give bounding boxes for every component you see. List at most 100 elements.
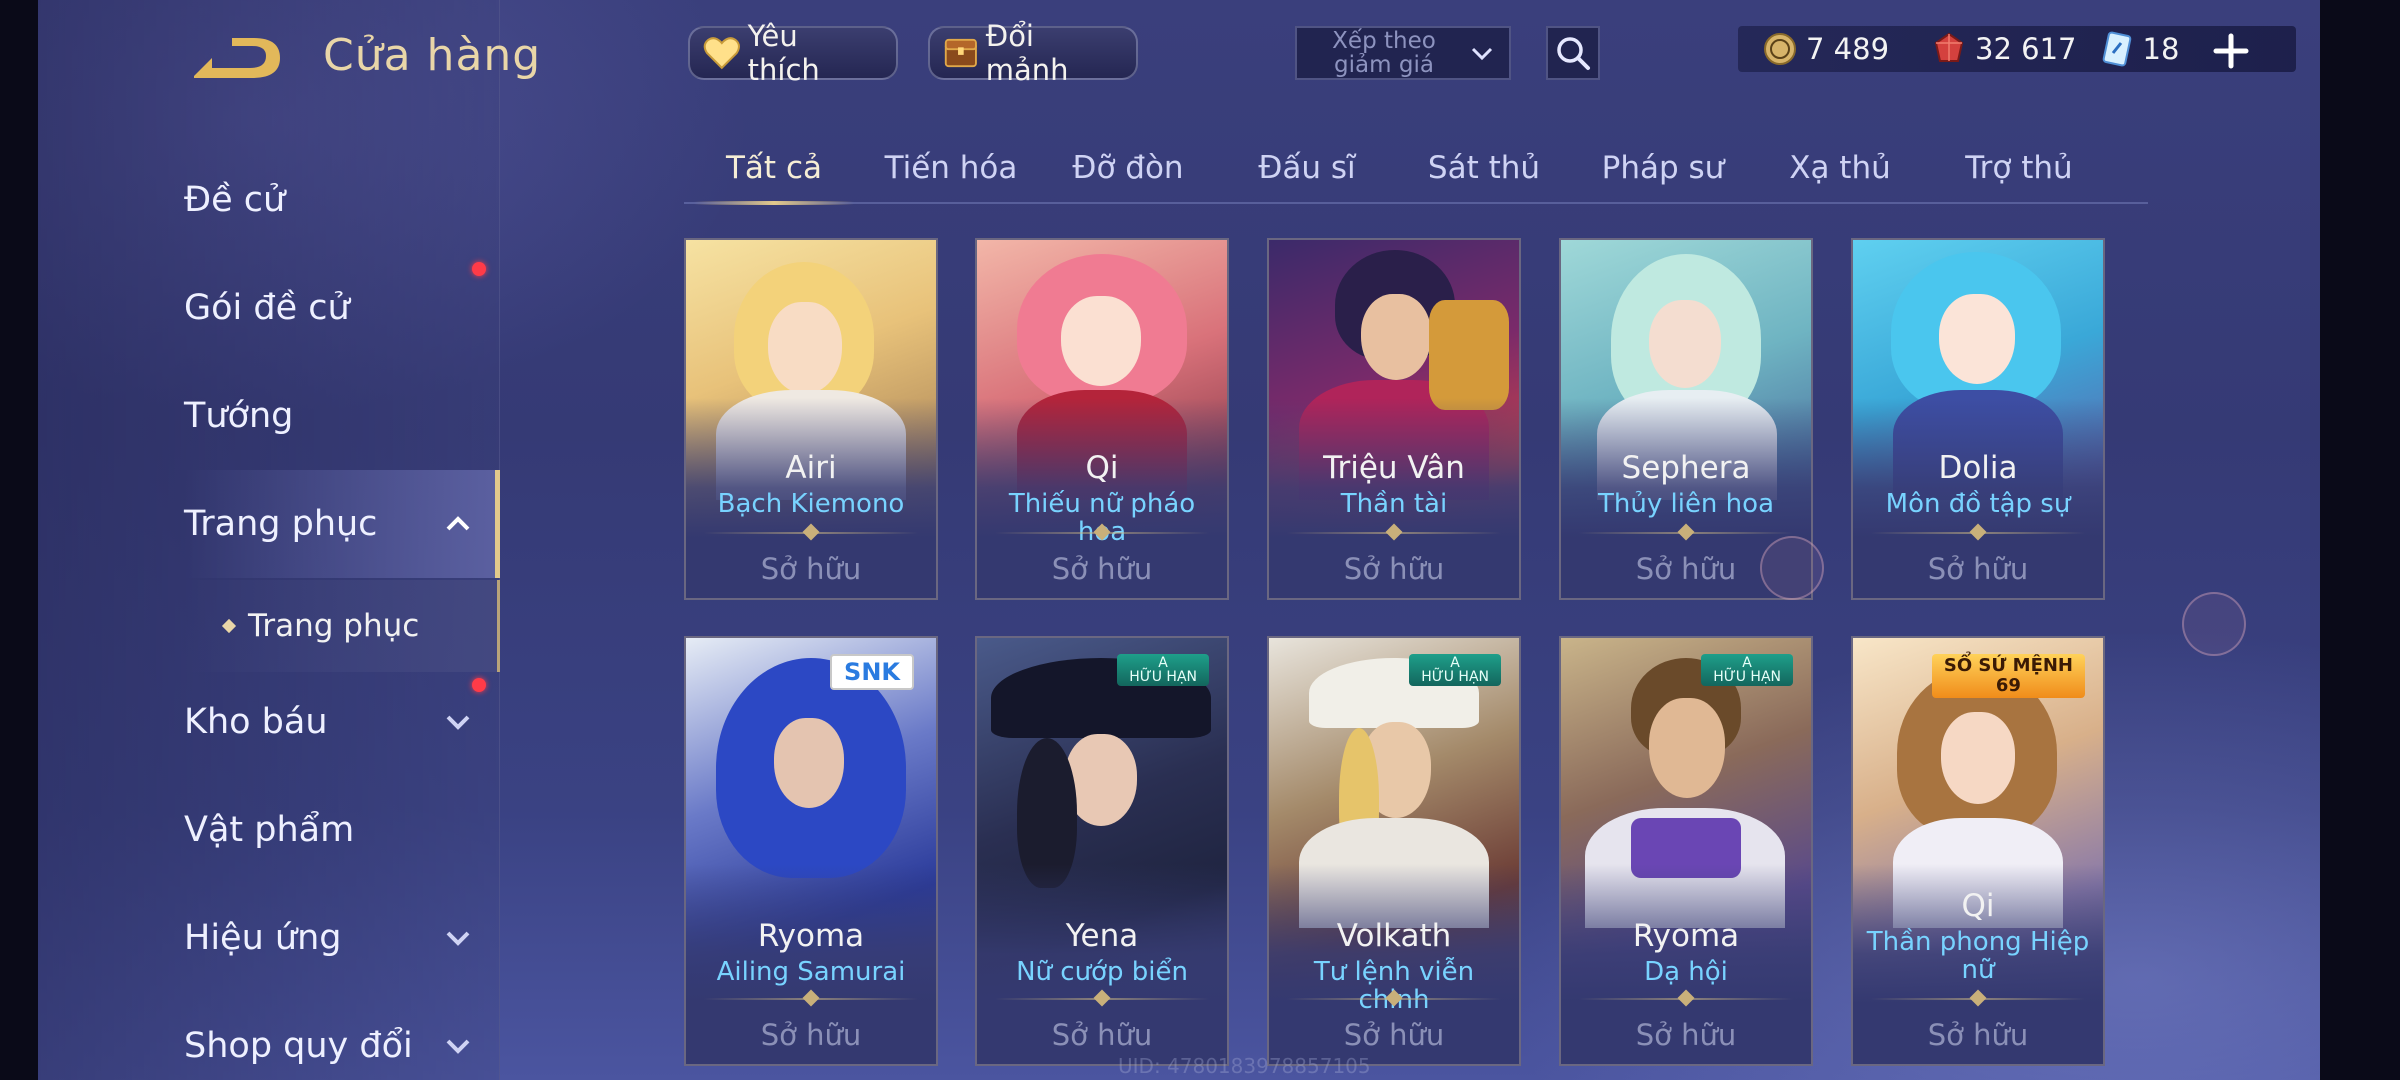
hero-name: Airi bbox=[785, 450, 837, 486]
notification-dot bbox=[472, 262, 486, 276]
gold-currency: 7 489 bbox=[1762, 31, 1889, 67]
owned-status: Sở hữu bbox=[760, 1018, 862, 1052]
limited-badge: A HỮU HẠN bbox=[1409, 654, 1501, 686]
hero-name: Dolia bbox=[1938, 450, 2018, 486]
skin-card[interactable]: Dolia Môn đồ tập sự Sở hữu bbox=[1851, 238, 2105, 600]
skin-card[interactable]: Triệu Vân Thần tài Sở hữu bbox=[1267, 238, 1521, 600]
page-title: Cửa hàng bbox=[323, 30, 542, 81]
back-button[interactable] bbox=[188, 34, 288, 88]
skin-card[interactable]: Qi Thiếu nữ pháo hoa Sở hữu bbox=[975, 238, 1229, 600]
favorite-button[interactable]: Yêu thích bbox=[688, 19, 898, 87]
sidebar-subitem-label: Trang phục bbox=[248, 608, 420, 644]
owned-status: Sở hữu bbox=[760, 552, 862, 586]
favorite-label: Yêu thích bbox=[747, 19, 820, 87]
skin-card[interactable]: SỔ SỨ MỆNH 69 Qi Thần phong Hiệp nữ Sở h… bbox=[1851, 636, 2105, 1066]
tab-support[interactable]: Trợ thủ bbox=[1929, 140, 2109, 202]
search-button[interactable] bbox=[1546, 26, 1600, 80]
fragment-exchange-button[interactable]: Đổi mảnh bbox=[928, 19, 1138, 87]
shop-screen: Cửa hàng Yêu thích Đổi mảnh Xếp theo giả… bbox=[38, 0, 2320, 1080]
sidebar-item-label: Gói đề cử bbox=[184, 288, 350, 328]
sort-dropdown[interactable]: Xếp theo giảm giá bbox=[1295, 26, 1511, 80]
limited-badge: A HỮU HẠN bbox=[1701, 654, 1793, 686]
owned-status: Sở hữu bbox=[1343, 552, 1445, 586]
hero-name: Yena bbox=[1065, 918, 1139, 954]
skin-card[interactable]: A HỮU HẠN Volkath Tư lệnh viễn chinh Sở … bbox=[1267, 636, 1521, 1066]
sidebar-item-label: Kho báu bbox=[184, 702, 328, 742]
owned-status: Sở hữu bbox=[1051, 552, 1153, 586]
skin-grid: Airi Bạch Kiemono Sở hữu Qi Thiếu nữ phá… bbox=[684, 238, 2144, 1080]
sidebar-item-items[interactable]: Vật phẩm bbox=[184, 780, 500, 880]
sidebar-item-treasure[interactable]: Kho báu bbox=[184, 672, 500, 772]
fragment-label: Đổi mảnh bbox=[985, 19, 1069, 87]
snk-badge: SNK bbox=[830, 654, 914, 690]
skin-name: Dạ hội bbox=[1644, 957, 1728, 987]
skin-card[interactable]: Airi Bạch Kiemono Sở hữu bbox=[684, 238, 938, 600]
chevron-down-icon bbox=[446, 1039, 470, 1054]
fragment-chest-icon bbox=[944, 38, 977, 68]
voucher-amount: 18 bbox=[2142, 32, 2180, 66]
skin-name: Ailing Samurai bbox=[716, 957, 906, 987]
add-currency-button[interactable] bbox=[2208, 28, 2254, 74]
skin-art bbox=[686, 240, 936, 598]
tab-mage[interactable]: Pháp sư bbox=[1573, 140, 1753, 202]
tab-all[interactable]: Tất cả bbox=[684, 140, 864, 205]
tab-assassin[interactable]: Sát thủ bbox=[1394, 140, 1574, 202]
sidebar-item-effects[interactable]: Hiệu ứng bbox=[184, 888, 500, 988]
owned-status: Sở hữu bbox=[1343, 1018, 1445, 1052]
hero-name: Volkath bbox=[1336, 918, 1452, 954]
tab-marksman[interactable]: Xạ thủ bbox=[1750, 140, 1930, 202]
chevron-down-icon bbox=[446, 931, 470, 946]
hero-name: Triệu Vân bbox=[1323, 450, 1465, 486]
floating-orb-icon bbox=[1760, 536, 1824, 600]
chevron-down-icon bbox=[446, 715, 470, 730]
skin-card[interactable]: A HỮU HẠN Ryoma Dạ hội Sở hữu bbox=[1559, 636, 1813, 1066]
sidebar-item-skins[interactable]: Trang phục bbox=[184, 470, 500, 578]
ruby-gem-icon bbox=[1934, 32, 1964, 62]
sidebar-item-recommended-packs[interactable]: Gói đề cử bbox=[184, 258, 500, 358]
gold-amount: 7 489 bbox=[1806, 32, 1890, 66]
category-tabs: Tất cả Tiến hóa Đỡ đòn Đấu sĩ Sát thủ Ph… bbox=[684, 140, 2148, 205]
voucher-currency: 18 bbox=[2099, 31, 2180, 67]
notification-dot bbox=[472, 678, 486, 692]
skin-card[interactable]: A HỮU HẠN Yena Nữ cướp biển Sở hữu bbox=[975, 636, 1229, 1066]
hero-name: Sephera bbox=[1621, 450, 1751, 486]
hero-name: Ryoma bbox=[757, 918, 865, 954]
hero-name: Ryoma bbox=[1632, 918, 1740, 954]
skin-name: Thần phong Hiệp nữ bbox=[1866, 927, 2090, 985]
skin-art bbox=[1269, 240, 1519, 598]
owned-status: Sở hữu bbox=[1051, 1018, 1153, 1052]
hero-name: Qi bbox=[1085, 450, 1119, 486]
chevron-down-icon bbox=[1471, 47, 1493, 61]
sidebar-item-exchange-shop[interactable]: Shop quy đổi bbox=[184, 996, 500, 1080]
chevron-up-icon bbox=[446, 516, 470, 531]
ruby-currency: 32 617 bbox=[1931, 31, 2077, 67]
floating-orb-icon bbox=[2182, 592, 2246, 656]
hero-name: Qi bbox=[1961, 888, 1995, 924]
owned-status: Sở hữu bbox=[1635, 1018, 1737, 1052]
sidebar-item-heroes[interactable]: Tướng bbox=[184, 366, 500, 466]
skin-name: Thần tài bbox=[1340, 489, 1448, 519]
battle-pass-badge: SỔ SỨ MỆNH 69 bbox=[1931, 654, 2085, 698]
skin-art bbox=[1853, 240, 2103, 598]
skin-name: Môn đồ tập sự bbox=[1885, 489, 2071, 519]
tab-evolution[interactable]: Tiến hóa bbox=[861, 140, 1041, 202]
plus-icon bbox=[2213, 33, 2249, 69]
tab-fighter[interactable]: Đấu sĩ bbox=[1217, 140, 1397, 202]
skin-name: Nữ cướp biển bbox=[1016, 957, 1188, 987]
skin-card[interactable]: SNK Ryoma Ailing Samurai Sở hữu bbox=[684, 636, 938, 1066]
voucher-card-icon bbox=[2102, 31, 2131, 67]
search-icon bbox=[1557, 37, 1590, 70]
sidebar-item-label: Shop quy đổi bbox=[184, 1026, 413, 1066]
skin-name: Thủy liên hoa bbox=[1598, 489, 1774, 519]
sidebar-item-label: Hiệu ứng bbox=[184, 918, 342, 958]
bullet-icon bbox=[221, 618, 237, 634]
sidebar-item-label: Tướng bbox=[184, 396, 294, 436]
heart-icon bbox=[703, 37, 740, 70]
back-arrow-icon bbox=[194, 38, 280, 78]
limited-badge: A HỮU HẠN bbox=[1117, 654, 1209, 686]
tab-tank[interactable]: Đỡ đòn bbox=[1038, 140, 1218, 202]
user-id: UID: 4780183978857105 bbox=[1118, 1054, 1371, 1078]
skin-name: Bạch Kiemono bbox=[717, 489, 905, 519]
sidebar-item-recommended[interactable]: Đề cử bbox=[184, 150, 500, 250]
sidebar-subitem-skins[interactable]: Trang phục bbox=[184, 580, 500, 672]
